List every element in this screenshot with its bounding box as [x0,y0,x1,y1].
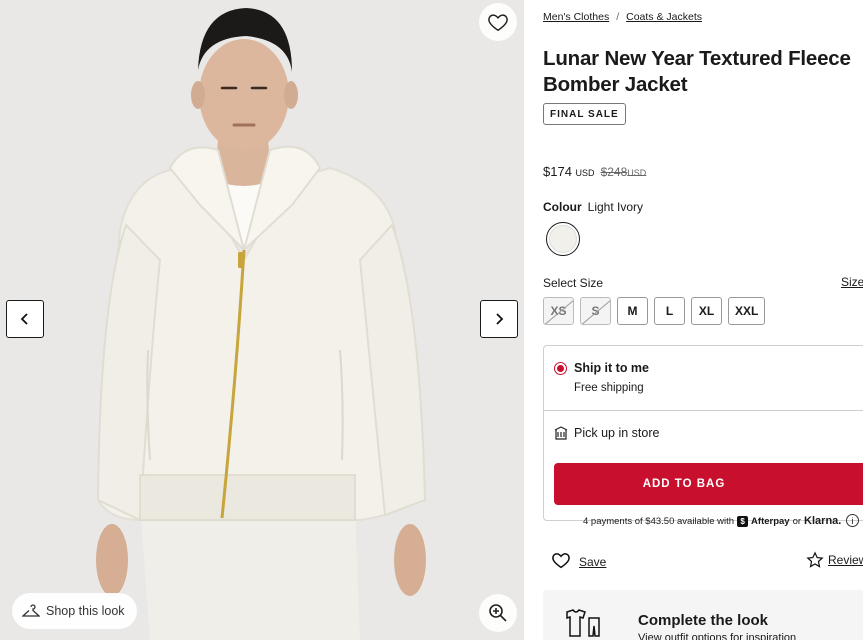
previous-image-button[interactable] [6,300,44,338]
complete-look-subtitle[interactable]: View outfit options for inspiration [638,632,796,640]
ship-title: Ship it to me [574,361,649,375]
chevron-left-icon [20,313,28,325]
installment-note: 4 payments of $43.50 available with $ Af… [583,515,841,527]
shop-this-look-button[interactable]: Shop this look [12,593,137,629]
colour-value: Light Ivory [587,200,644,214]
fulfillment-options: Ship it to me Free shipping Pick up in s… [543,345,863,521]
size-guide-link[interactable]: Size [841,275,863,289]
size-xs[interactable]: XS [543,297,574,325]
add-to-bag-row: ADD TO BAG [544,456,863,520]
breadcrumb-separator: / [616,11,620,23]
ship-subtitle: Free shipping [574,382,644,394]
colour-label: Colour [543,200,582,214]
original-price: $248USD [601,165,647,179]
currency-label: USD [575,168,595,178]
colour-row: Colour Light Ivory [543,200,643,214]
heart-icon [488,14,508,32]
current-price: $174 USD [543,164,595,179]
ship-to-me-option[interactable]: Ship it to me Free shipping [544,346,863,411]
wishlist-button[interactable] [479,3,517,41]
colour-swatch-light-ivory[interactable] [546,222,580,256]
shop-this-look-label: Shop this look [46,604,125,618]
product-title: Lunar New Year Textured Fleece Bomber Ja… [543,47,851,96]
chevron-right-icon [496,313,504,325]
swatch-fill [549,225,577,253]
breadcrumb-link-mens-clothes[interactable]: Men's Clothes [543,11,609,23]
breadcrumb: Men's Clothes / Coats & Jackets [543,11,702,23]
info-icon[interactable]: i [846,514,859,527]
ship-radio-selected[interactable] [554,362,567,375]
radio-dot [557,365,564,372]
zoom-in-icon [489,604,507,622]
zoom-button[interactable] [479,594,517,632]
save-button[interactable]: Save [551,551,606,569]
size-s[interactable]: S [580,297,611,325]
star-icon [806,551,824,568]
select-size-label: Select Size [543,276,604,290]
size-xl[interactable]: XL [691,297,722,325]
review-label: Review [828,553,863,567]
complete-look-title: Complete the look [638,612,769,629]
outfit-icon [566,609,600,637]
afterpay-logo-icon: $ [737,515,749,527]
size-l[interactable]: L [654,297,685,325]
original-price-value: $248 [600,165,628,179]
pickup-label: Pick up in store [574,426,660,440]
add-to-bag-button[interactable]: ADD TO BAG [554,463,863,505]
product-image-gallery: Shop this look [0,0,524,640]
size-options: XS S M L XL XXL [543,297,766,325]
pickup-in-store-option[interactable]: Pick up in store [544,411,863,456]
size-xxl[interactable]: XXL [728,297,766,325]
size-m[interactable]: M [617,297,648,325]
save-label: Save [579,555,607,569]
heart-outline-icon [552,553,570,569]
product-info-panel: Men's Clothes / Coats & Jackets Lunar Ne… [543,0,863,640]
hanger-icon [22,604,40,617]
afterpay-label[interactable]: Afterpay [751,516,790,527]
product-photo [96,8,427,640]
or-label: or [792,515,802,527]
installment-text: 4 payments of $43.50 available with [583,515,735,527]
breadcrumb-link-coats-jackets[interactable]: Coats & Jackets [626,11,702,23]
original-currency-label: USD [627,168,647,178]
price: $174 USD $248USD [543,164,646,179]
final-sale-badge: FINAL SALE [543,103,626,125]
reviews-link[interactable]: Review [806,551,863,569]
next-image-button[interactable] [480,300,518,338]
complete-the-look-card[interactable]: Complete the look View outfit options fo… [543,590,863,640]
store-icon [554,426,568,440]
current-price-value: $174 [543,164,572,179]
klarna-label[interactable]: Klarna. [804,515,841,527]
